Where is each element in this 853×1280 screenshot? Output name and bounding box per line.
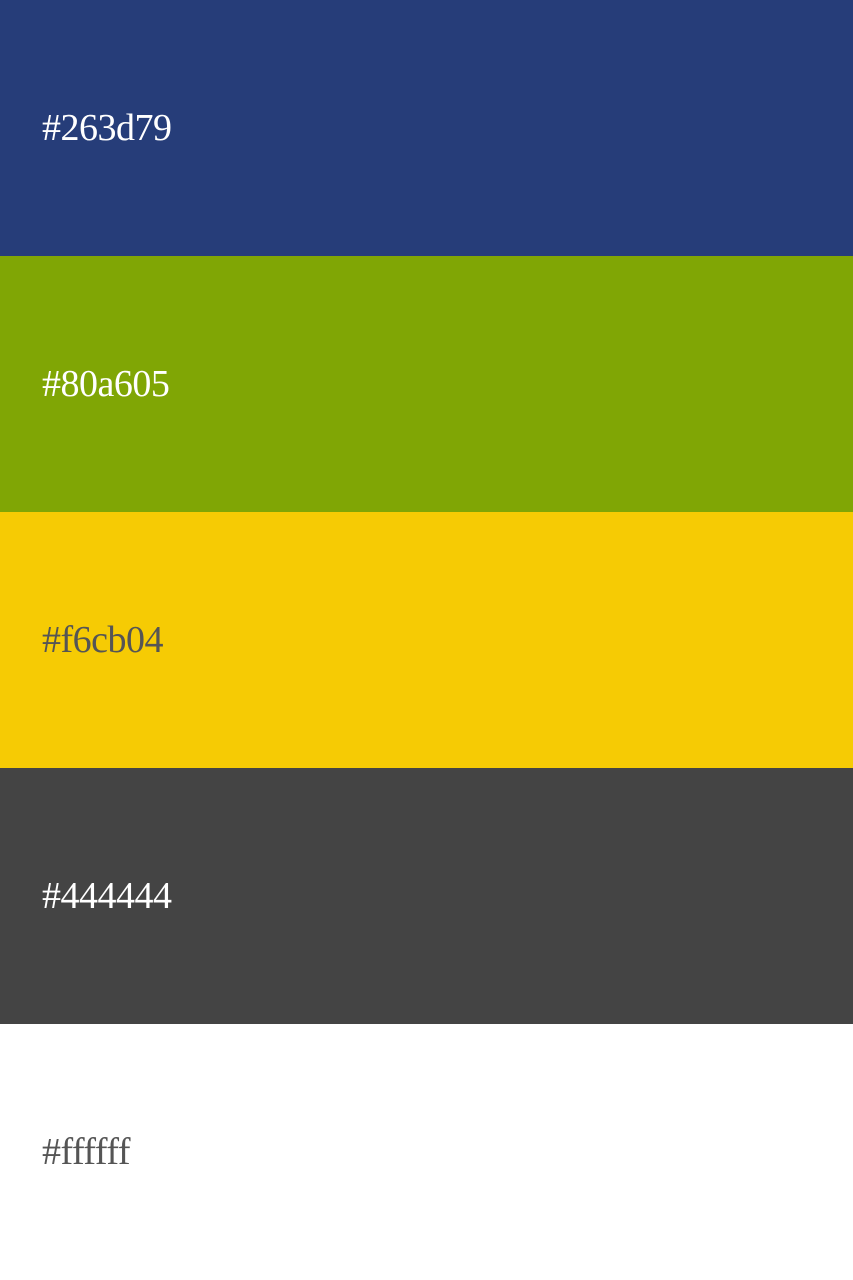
color-swatch-4: #444444 <box>0 768 853 1024</box>
color-swatch-2: #80a605 <box>0 256 853 512</box>
color-palette: #263d79 #80a605 #f6cb04 #444444 #ffffff <box>0 0 853 1280</box>
color-swatch-3: #f6cb04 <box>0 512 853 768</box>
swatch-hex-label: #444444 <box>42 875 172 917</box>
color-swatch-1: #263d79 <box>0 0 853 256</box>
swatch-hex-label: #f6cb04 <box>42 619 164 661</box>
swatch-hex-label: #ffffff <box>42 1131 131 1173</box>
swatch-hex-label: #80a605 <box>42 363 170 405</box>
color-swatch-5: #ffffff <box>0 1024 853 1280</box>
swatch-hex-label: #263d79 <box>42 107 172 149</box>
